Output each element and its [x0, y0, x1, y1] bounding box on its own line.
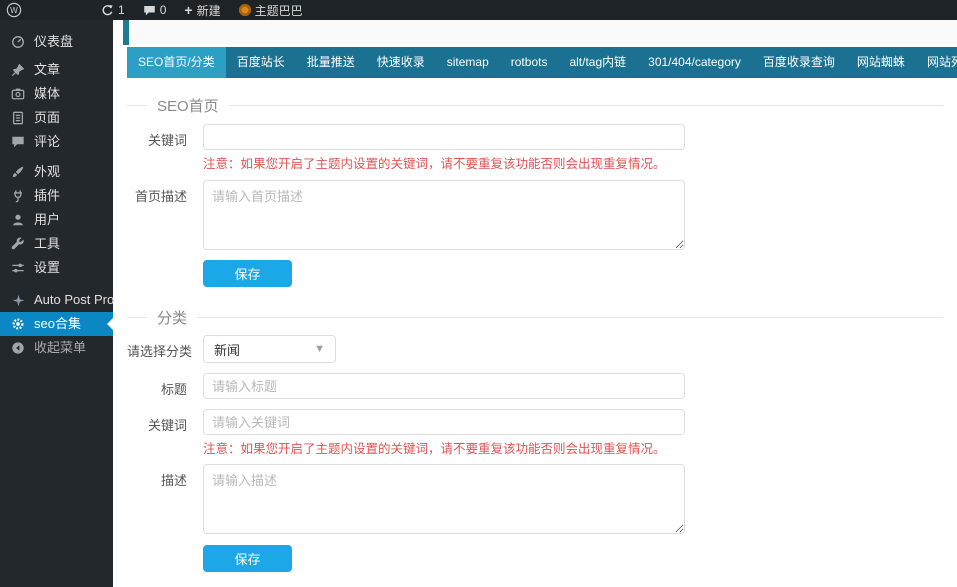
- category-description-textarea[interactable]: [203, 464, 685, 534]
- home-keyword-input[interactable]: [203, 124, 685, 150]
- sidebar-label: 插件: [34, 184, 60, 208]
- sidebar-item-comments[interactable]: 评论: [0, 130, 113, 154]
- tab-alt-tag-links[interactable]: alt/tag内链: [558, 47, 637, 78]
- svg-text:W: W: [10, 6, 18, 15]
- sidebar-label: 收起菜单: [34, 336, 86, 360]
- new-label: 新建: [197, 2, 221, 19]
- updates-indicator[interactable]: 1: [94, 0, 132, 20]
- category-keyword-row: 关键词: [127, 409, 943, 435]
- active-menu-arrow: [101, 318, 113, 330]
- sidebar-label: Auto Post Pro: [34, 288, 114, 312]
- sidebar-label: 外观: [34, 160, 60, 184]
- section-header-category: 分类: [127, 306, 943, 328]
- tab-batch-push[interactable]: 批量推送: [296, 47, 366, 78]
- sidebar-label: 文章: [34, 58, 60, 82]
- dashboard-icon: [10, 35, 26, 49]
- comment-icon: [10, 135, 26, 149]
- new-content-button[interactable]: + 新建: [177, 0, 227, 20]
- main-content: SEO首页/分类 百度站长 批量推送 快速收录 sitemap rotbots …: [113, 20, 957, 587]
- sidebar-label: 设置: [34, 256, 60, 280]
- sidebar-item-pages[interactable]: 页面: [0, 106, 113, 130]
- sidebar-item-tools[interactable]: 工具: [0, 232, 113, 256]
- sidebar-label: 用户: [34, 208, 60, 232]
- admin-bar: W 1 0 + 新建 主题巴巴: [0, 0, 957, 20]
- category-select-row: 请选择分类 新闻 ▼: [127, 335, 943, 363]
- tab-site-spider[interactable]: 网站蜘蛛: [846, 47, 916, 78]
- category-select-label: 请选择分类: [127, 335, 203, 360]
- sidebar-label: 媒体: [34, 82, 60, 106]
- sidebar-item-seo-collection[interactable]: seo合集: [0, 312, 113, 336]
- sidebar-item-media[interactable]: 媒体: [0, 82, 113, 106]
- home-save-button[interactable]: 保存: [203, 260, 292, 287]
- sidebar-label: 工具: [34, 232, 60, 256]
- sidebar-item-plugins[interactable]: 插件: [0, 184, 113, 208]
- collapse-arrow-icon: [10, 341, 26, 355]
- notice-strip: [123, 20, 957, 45]
- home-description-label: 首页描述: [127, 180, 203, 205]
- sidebar-item-collapse-menu[interactable]: 收起菜单: [0, 336, 113, 360]
- comment-icon: [143, 4, 156, 17]
- section-title: 分类: [157, 307, 187, 328]
- category-select-value: 新闻: [214, 340, 240, 359]
- sidebar-item-appearance[interactable]: 外观: [0, 160, 113, 184]
- tab-sitemap[interactable]: sitemap: [436, 47, 500, 78]
- tab-seo-home-category[interactable]: SEO首页/分类: [127, 47, 226, 78]
- home-keyword-row: 关键词: [127, 124, 943, 150]
- admin-sidebar: 仪表盘 文章 媒体 页面 评论: [0, 20, 113, 587]
- home-keyword-label: 关键词: [127, 124, 203, 149]
- comments-count: 0: [160, 3, 167, 17]
- tab-baidu-webmaster[interactable]: 百度站长: [226, 47, 296, 78]
- sidebar-label: 评论: [34, 130, 60, 154]
- updates-count: 1: [118, 3, 125, 17]
- sidebar-item-posts[interactable]: 文章: [0, 58, 113, 82]
- tab-fast-inclusion[interactable]: 快速收录: [366, 47, 436, 78]
- category-title-label: 标题: [127, 373, 203, 398]
- category-description-row: 描述: [127, 464, 943, 534]
- brush-icon: [10, 165, 26, 179]
- sidebar-label: 页面: [34, 106, 60, 130]
- category-title-input[interactable]: [203, 373, 685, 399]
- category-description-label: 描述: [127, 464, 203, 489]
- sidebar-item-users[interactable]: 用户: [0, 208, 113, 232]
- sidebar-label: seo合集: [34, 312, 81, 336]
- update-icon: [101, 4, 114, 17]
- theme-logo-icon: [239, 4, 251, 16]
- wordpress-logo-icon[interactable]: W: [6, 2, 22, 18]
- tab-baidu-inclusion-query[interactable]: 百度收录查询: [752, 47, 846, 78]
- category-keyword-input[interactable]: [203, 409, 685, 435]
- seo-tab-bar: SEO首页/分类 百度站长 批量推送 快速收录 sitemap rotbots …: [127, 47, 957, 78]
- gear-icon: [10, 317, 26, 331]
- sliders-icon: [10, 261, 26, 275]
- category-select[interactable]: 新闻 ▼: [203, 335, 336, 363]
- plug-icon: [10, 189, 26, 203]
- comments-indicator[interactable]: 0: [136, 0, 174, 20]
- category-keyword-note: 注意：如果您开启了主题内设置的关键词，请不要重复该功能否则会出现重复情况。: [203, 438, 943, 457]
- tab-robots[interactable]: rotbots: [500, 47, 559, 78]
- sidebar-label: 仪表盘: [34, 30, 73, 54]
- category-title-row: 标题: [127, 373, 943, 399]
- page-icon: [10, 111, 26, 125]
- category-keyword-label: 关键词: [127, 409, 203, 434]
- plus-icon: +: [184, 1, 192, 19]
- home-description-textarea[interactable]: [203, 180, 685, 250]
- tab-301-404-category[interactable]: 301/404/category: [637, 47, 752, 78]
- section-header-seo-home: SEO首页: [127, 94, 943, 116]
- camera-icon: [10, 87, 26, 101]
- site-link[interactable]: 主题巴巴: [232, 0, 310, 20]
- sidebar-item-dashboard[interactable]: 仪表盘: [0, 30, 113, 54]
- tab-dead-links[interactable]: 网站死链: [916, 47, 957, 78]
- home-description-row: 首页描述: [127, 180, 943, 250]
- sidebar-item-auto-post-pro[interactable]: Auto Post Pro: [0, 288, 113, 312]
- sidebar-item-settings[interactable]: 设置: [0, 256, 113, 280]
- section-title: SEO首页: [157, 95, 219, 116]
- category-save-button[interactable]: 保存: [203, 545, 292, 572]
- pin-icon: [10, 63, 26, 77]
- user-icon: [10, 213, 26, 227]
- site-name: 主题巴巴: [255, 2, 303, 19]
- chevron-down-icon: ▼: [314, 343, 325, 355]
- home-keyword-note: 注意：如果您开启了主题内设置的关键词，请不要重复该功能否则会出现重复情况。: [203, 153, 943, 172]
- auto-post-icon: [10, 294, 26, 307]
- wrench-icon: [10, 237, 26, 251]
